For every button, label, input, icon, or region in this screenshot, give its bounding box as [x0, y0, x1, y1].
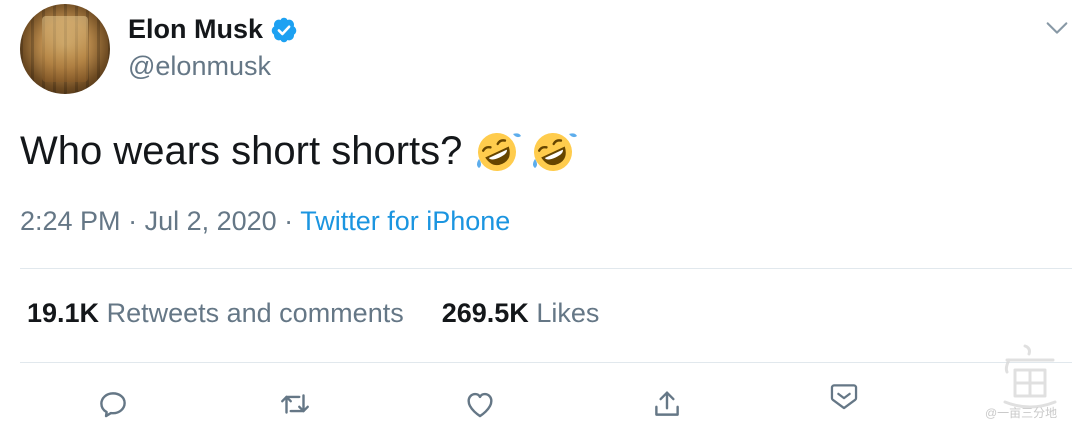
profile-avatar[interactable] — [20, 4, 110, 94]
more-dropdown-icon[interactable] — [1043, 14, 1071, 42]
more-dropdown-button[interactable] — [826, 378, 862, 414]
meta-separator: · — [120, 206, 145, 236]
tweet-actions-bar — [0, 384, 1080, 426]
tweet-date[interactable]: Jul 2, 2020 — [145, 206, 277, 236]
meta-separator: · — [276, 206, 301, 236]
rolling-on-floor-laughing-emoji — [477, 133, 522, 171]
divider — [20, 362, 1072, 363]
retweets-label: Retweets and comments — [106, 298, 404, 328]
author-display-name[interactable]: Elon Musk — [128, 14, 263, 45]
more-dropdown-icon — [830, 384, 858, 410]
likes-count: 269.5K — [441, 298, 529, 328]
share-icon — [655, 391, 679, 416]
retweets-count: 19.1K — [27, 298, 100, 328]
tweet-meta: 2:24 PM · Jul 2, 2020 · Twitter for iPho… — [20, 206, 510, 237]
rolling-on-floor-laughing-emoji — [533, 133, 578, 171]
tweet-time[interactable]: 2:24 PM — [20, 206, 121, 236]
reply-icon — [100, 392, 126, 418]
tweet-source-link[interactable]: Twitter for iPhone — [300, 206, 510, 236]
reply-button[interactable] — [95, 386, 131, 422]
like-button[interactable] — [462, 386, 498, 422]
retweet-button[interactable] — [277, 386, 313, 422]
retweets-stat[interactable]: 19.1K Retweets and comments — [27, 298, 404, 329]
retweet-icon — [281, 394, 309, 414]
like-icon — [467, 392, 493, 418]
verified-badge-icon — [271, 17, 297, 42]
tweet-body: Who wears short shorts? — [20, 126, 578, 176]
share-button[interactable] — [649, 386, 685, 422]
divider — [20, 268, 1072, 269]
watermark-text: @一亩三分地 — [985, 406, 1058, 420]
tweet-text: Who wears short shorts? — [20, 128, 463, 173]
likes-label: Likes — [536, 298, 600, 328]
likes-stat[interactable]: 269.5K Likes — [442, 298, 600, 329]
author-handle[interactable]: @elonmusk — [128, 51, 271, 82]
author-name-row: Elon Musk — [128, 14, 298, 45]
tweet-stats: 19.1K Retweets and comments 269.5K Likes — [27, 298, 599, 329]
